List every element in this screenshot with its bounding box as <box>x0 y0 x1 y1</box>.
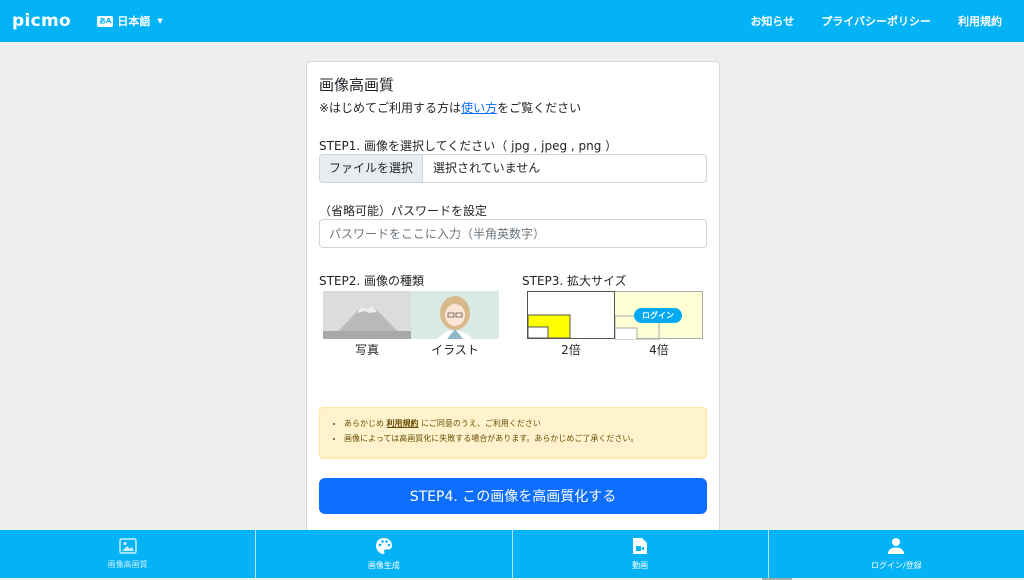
terms-notice: あらかじめ 利用規約 にご同意のうえ、ご利用ください 画像によっては高画質化に失… <box>319 407 707 459</box>
scale-2x-label: 2倍 <box>561 343 581 357</box>
upscale-submit-button[interactable]: STEP4. この画像を高画質化する <box>319 478 707 514</box>
top-navbar: picmo あA 日本語 ▼ お知らせ プライバシーポリシー 利用規約 <box>0 0 1024 42</box>
nav-link-privacy-policy[interactable]: プライバシーポリシー <box>821 13 931 29</box>
terms-suffix: にご同意のうえ、ご利用ください <box>421 419 541 428</box>
image-type-photo-option[interactable] <box>323 291 411 339</box>
choose-file-button[interactable]: ファイルを選択 <box>320 155 424 182</box>
login-required-badge: ログイン <box>634 308 682 323</box>
image-type-illustration-label: イラスト <box>431 343 479 357</box>
password-label: （省略可能）パスワードを設定 <box>319 204 488 218</box>
bottom-nav-upscale[interactable]: 画像高画質 <box>0 530 257 578</box>
image-icon <box>118 538 137 554</box>
scale-2x-diagram <box>528 314 571 338</box>
failure-notice-item: 画像によっては高画質化に失敗する場合があります。あらかじめご了承ください。 <box>344 433 696 444</box>
page-title: 画像高画質 <box>319 76 395 94</box>
terms-notice-item: あらかじめ 利用規約 にご同意のうえ、ご利用ください <box>344 418 696 429</box>
video-file-icon <box>633 538 648 554</box>
language-icon: あA <box>96 15 114 27</box>
step3-label: STEP3. 拡大サイズ <box>522 274 627 288</box>
password-input[interactable] <box>319 219 707 248</box>
file-status: 選択されていません <box>433 161 541 175</box>
mountain-photo-icon <box>323 291 411 339</box>
scale-2x-option[interactable] <box>527 291 615 339</box>
anime-girl-illustration-icon <box>411 291 499 339</box>
palette-icon <box>375 538 392 554</box>
bottom-nav-login-label: ログイン/登録 <box>871 561 922 570</box>
bottom-nav-login[interactable]: ログイン/登録 <box>769 530 1024 578</box>
scale-4x-option[interactable]: ログイン <box>615 291 703 340</box>
bottom-nav-generate-label: 画像生成 <box>367 561 400 570</box>
top-nav-links: お知らせ プライバシーポリシー 利用規約 <box>723 13 1002 29</box>
bottom-nav-upscale-label: 画像高画質 <box>107 560 148 569</box>
bottom-navbar: 画像高画質 画像生成 動画 ログイン/登録 <box>0 530 1024 578</box>
bottom-nav-video-label: 動画 <box>632 561 649 570</box>
image-type-illustration-option[interactable] <box>411 291 499 339</box>
usage-note-prefix: ※はじめてご利用する方は <box>319 101 462 115</box>
language-dropdown[interactable]: あA 日本語 ▼ <box>96 13 163 29</box>
person-icon <box>888 538 905 554</box>
bottom-nav-video[interactable]: 動画 <box>513 530 769 578</box>
image-type-photo-label: 写真 <box>354 343 379 357</box>
usage-note-suffix: をご覧ください <box>497 101 582 115</box>
step1-label: STEP1. 画像を選択してください（ jpg , jpeg , png ） <box>319 139 618 153</box>
terms-prefix: あらかじめ <box>344 419 384 428</box>
terms-link[interactable]: 利用規約 <box>387 419 419 428</box>
bottom-nav-generate[interactable]: 画像生成 <box>256 530 513 578</box>
how-to-use-link[interactable]: 使い方 <box>461 101 497 115</box>
usage-note: ※はじめてご利用する方は使い方をご覧ください <box>319 99 581 116</box>
nav-link-news[interactable]: お知らせ <box>750 13 794 29</box>
nav-link-terms[interactable]: 利用規約 <box>958 13 1002 29</box>
language-label: 日本語 <box>117 15 151 28</box>
upscale-form-card: 画像高画質 ※はじめてご利用する方は使い方をご覧ください STEP1. 画像を選… <box>306 61 720 541</box>
file-input[interactable]: ファイルを選択 選択されていません <box>319 154 707 183</box>
brand-logo[interactable]: picmo <box>12 11 71 31</box>
step2-label: STEP2. 画像の種類 <box>319 274 425 288</box>
scale-4x-label: 4倍 <box>649 343 669 357</box>
caret-down-icon: ▼ <box>157 17 163 25</box>
